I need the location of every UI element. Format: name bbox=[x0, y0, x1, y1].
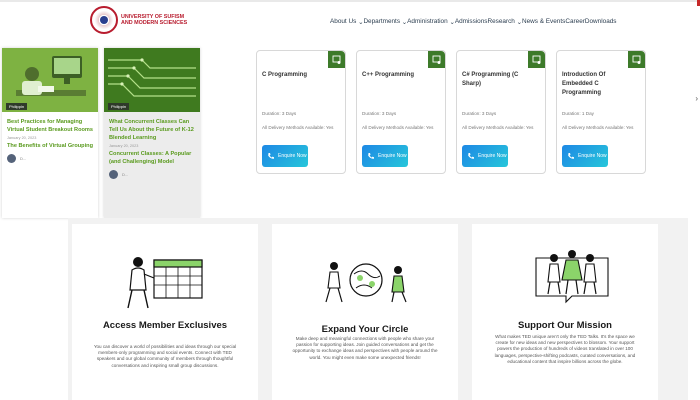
chevron-down-icon: ⌄ bbox=[356, 19, 364, 26]
enquire-now-button[interactable]: Enquire Now bbox=[362, 145, 408, 167]
nav-admissions[interactable]: Admissions bbox=[455, 18, 488, 26]
enquire-now-button[interactable]: Enquire Now bbox=[262, 145, 308, 167]
blog-date: January 20, 2023 bbox=[7, 136, 37, 140]
top-border bbox=[0, 0, 700, 2]
chevron-down-icon: ⌄ bbox=[514, 19, 522, 26]
feature-card: Access Member Exclusives You can discove… bbox=[72, 224, 258, 400]
course-delivery: All Delivery Methods Available: Yes bbox=[462, 125, 534, 130]
feature-body: What makes TED unique aren't only the TE… bbox=[494, 334, 636, 364]
course-title[interactable]: C# Programming (C Sharp) bbox=[462, 71, 530, 89]
feature-body: Make deep and meaningful connections wit… bbox=[292, 336, 438, 360]
blog-title[interactable]: What Concurrent Classes Can Tell Us Abou… bbox=[109, 118, 195, 142]
blog-date: January 20, 2023 bbox=[109, 144, 139, 148]
course-card[interactable]: C# Programming (C Sharp) Duration: 3 Day… bbox=[456, 50, 546, 174]
phone-icon bbox=[268, 153, 274, 159]
certificate-icon bbox=[628, 51, 645, 68]
blog-author: D... bbox=[109, 170, 195, 179]
university-seal-icon bbox=[90, 6, 118, 34]
blog-author: D... bbox=[7, 154, 93, 163]
enquire-now-button[interactable]: Enquire Now bbox=[462, 145, 508, 167]
feature-title: Support Our Mission bbox=[518, 320, 612, 331]
course-title[interactable]: C++ Programming bbox=[362, 71, 430, 80]
feature-body: You can discover a world of possibilitie… bbox=[93, 344, 237, 368]
course-card[interactable]: C++ Programming Duration: 3 Days All Del… bbox=[356, 50, 446, 174]
course-card[interactable]: C Programming Duration: 3 Days All Deliv… bbox=[256, 50, 346, 174]
page: UNIVERSITY OF SUFISM AND MODERN SCIENCES… bbox=[0, 0, 700, 400]
phone-icon bbox=[568, 153, 574, 159]
nav-administration[interactable]: Administration bbox=[407, 18, 448, 26]
course-delivery: All Delivery Methods Available: Yes bbox=[362, 125, 434, 130]
author-name[interactable]: D... bbox=[20, 156, 26, 161]
course-delivery: All Delivery Methods Available: Yes bbox=[562, 125, 634, 130]
category-tag[interactable]: Philippin bbox=[108, 103, 130, 110]
calendar-illustration-icon bbox=[127, 257, 203, 309]
feature-title: Access Member Exclusives bbox=[102, 320, 228, 331]
category-tag[interactable]: Philippin bbox=[6, 103, 28, 110]
author-name[interactable]: D... bbox=[122, 172, 128, 177]
logo-line-2: AND MODERN SCIENCES bbox=[121, 20, 188, 26]
nav-research[interactable]: Research bbox=[488, 18, 515, 26]
logo-text: UNIVERSITY OF SUFISM AND MODERN SCIENCES bbox=[121, 14, 187, 27]
course-duration: Duration: 3 Days bbox=[462, 111, 497, 116]
nav-about-us[interactable]: About Us bbox=[330, 18, 356, 26]
course-title[interactable]: Introduction Of Embedded C Programming bbox=[562, 71, 630, 98]
support-illustration-icon bbox=[535, 250, 609, 304]
blog-card[interactable]: Philippin What Concurrent Classes Can Te… bbox=[104, 48, 200, 218]
course-card[interactable]: Introduction Of Embedded C Programming D… bbox=[556, 50, 646, 174]
avatar bbox=[7, 154, 16, 163]
blog-subtitle[interactable]: The Benefits of Virtual Grouping bbox=[7, 142, 93, 150]
enquire-now-button[interactable]: Enquire Now bbox=[562, 145, 608, 167]
certificate-icon bbox=[328, 51, 345, 68]
blog-image: Philippin bbox=[104, 48, 200, 112]
course-title[interactable]: C Programming bbox=[262, 71, 330, 80]
avatar bbox=[109, 170, 118, 179]
feature-card: Expand Your Circle Make deep and meaning… bbox=[272, 224, 458, 400]
feature-card: Support Our Mission What makes TED uniqu… bbox=[472, 224, 658, 400]
enquire-label: Enquire Now bbox=[578, 153, 607, 159]
nav-career[interactable]: Career bbox=[565, 18, 585, 26]
nav-downloads[interactable]: Downloads bbox=[585, 18, 617, 26]
enquire-label: Enquire Now bbox=[378, 153, 407, 159]
course-delivery: All Delivery Methods Available: Yes bbox=[262, 125, 334, 130]
chevron-right-icon[interactable]: › bbox=[695, 94, 698, 103]
certificate-icon bbox=[428, 51, 445, 68]
phone-icon bbox=[368, 153, 374, 159]
chevron-down-icon: ⌄ bbox=[447, 19, 455, 26]
course-duration: Duration: 3 Days bbox=[362, 111, 397, 116]
certificate-icon bbox=[528, 51, 545, 68]
enquire-label: Enquire Now bbox=[478, 153, 507, 159]
course-duration: Duration: 3 Days bbox=[262, 111, 297, 116]
chevron-down-icon: ⌄ bbox=[400, 19, 408, 26]
blog-title[interactable]: Best Practices for Managing Virtual Stud… bbox=[7, 118, 93, 134]
university-logo[interactable]: UNIVERSITY OF SUFISM AND MODERN SCIENCES bbox=[90, 6, 187, 34]
connections-illustration-icon bbox=[325, 262, 407, 303]
blog-card[interactable]: Philippin Best Practices for Managing Vi… bbox=[2, 48, 98, 218]
main-nav: About Us ⌄ Departments ⌄ Administration … bbox=[330, 18, 617, 26]
feature-title: Expand Your Circle bbox=[321, 324, 409, 335]
nav-departments[interactable]: Departments bbox=[363, 18, 400, 26]
enquire-label: Enquire Now bbox=[278, 153, 307, 159]
course-duration: Duration: 1 Day bbox=[562, 111, 594, 116]
blog-image: Philippin bbox=[2, 48, 98, 112]
nav-news-events[interactable]: News & Events bbox=[522, 18, 565, 26]
blog-subtitle[interactable]: Concurrent Classes: A Popular (and Chall… bbox=[109, 150, 195, 166]
phone-icon bbox=[468, 153, 474, 159]
